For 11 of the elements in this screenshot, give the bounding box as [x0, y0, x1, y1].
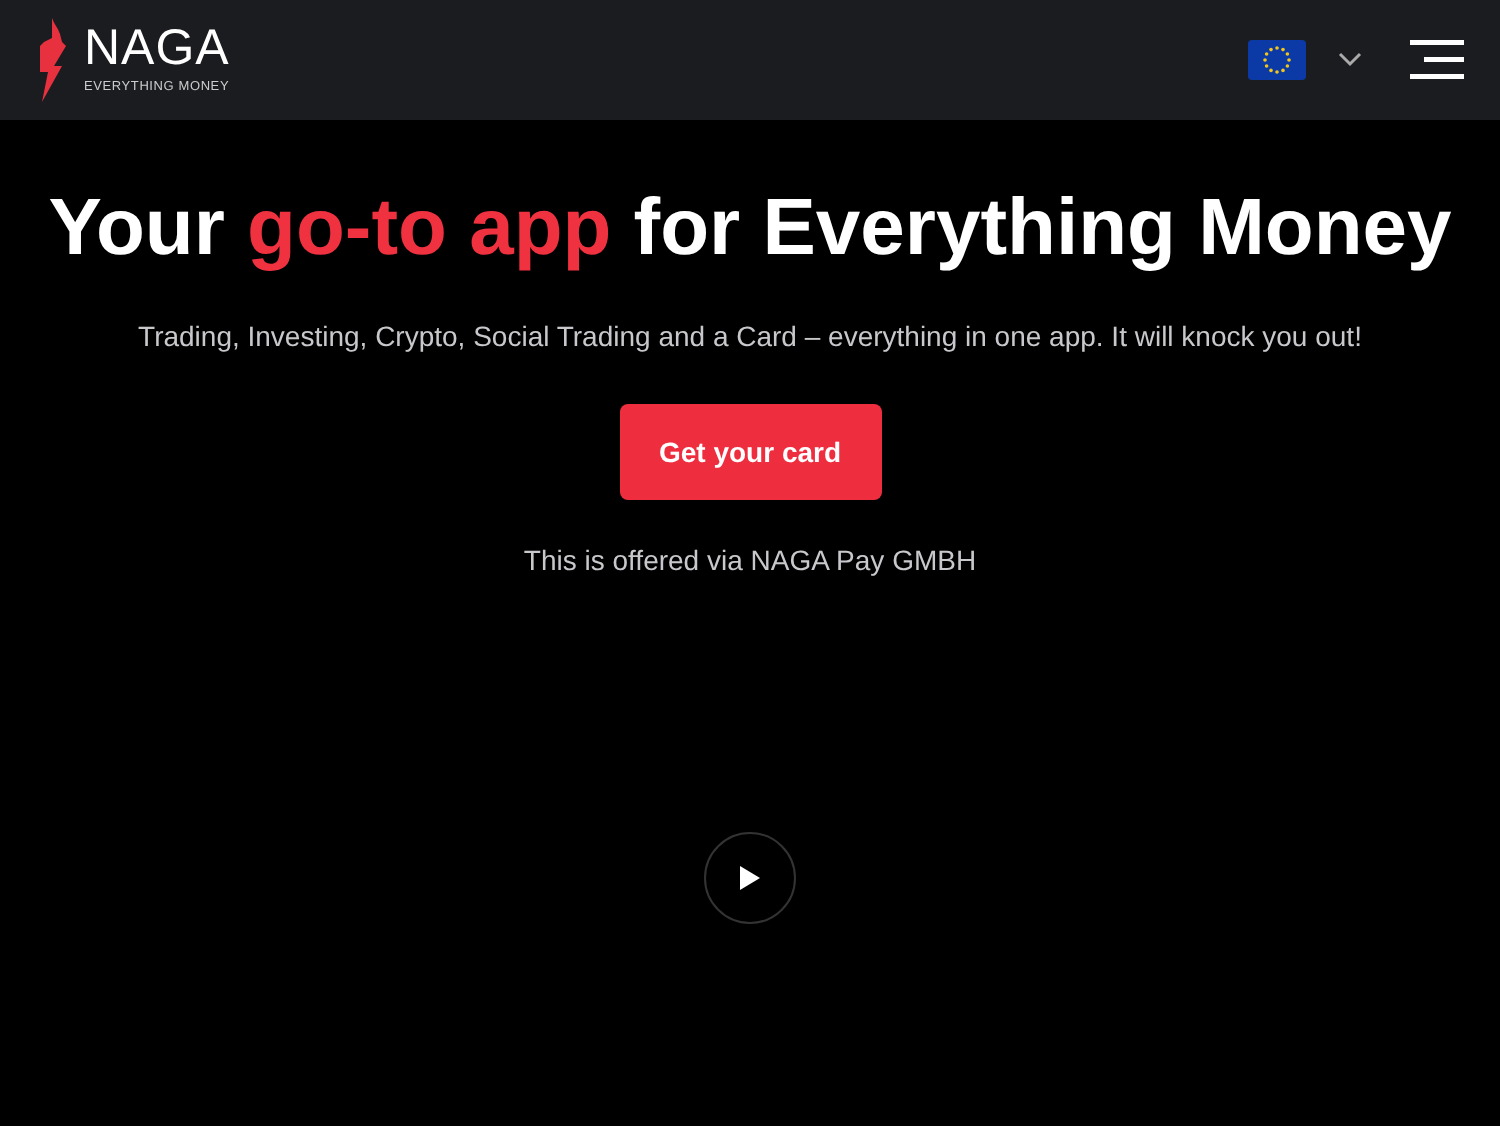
play-icon	[740, 866, 760, 890]
flag-icon[interactable]	[1248, 40, 1306, 80]
offer-note: This is offered via NAGA Pay GMBH	[523, 542, 977, 580]
chevron-down-icon[interactable]	[1338, 52, 1362, 68]
subtitle: Trading, Investing, Crypto, Social Trading and a Card – everything in one app. It will knock you out!	[138, 318, 1362, 356]
headline: Your go-to app for Everything Money	[48, 184, 1452, 272]
logo-name: NAGA	[84, 24, 230, 75]
menu-icon[interactable]	[1410, 38, 1464, 82]
get-card-button[interactable]: Get your card	[619, 404, 881, 500]
play-button[interactable]	[704, 832, 796, 924]
logo-icon	[36, 18, 68, 102]
